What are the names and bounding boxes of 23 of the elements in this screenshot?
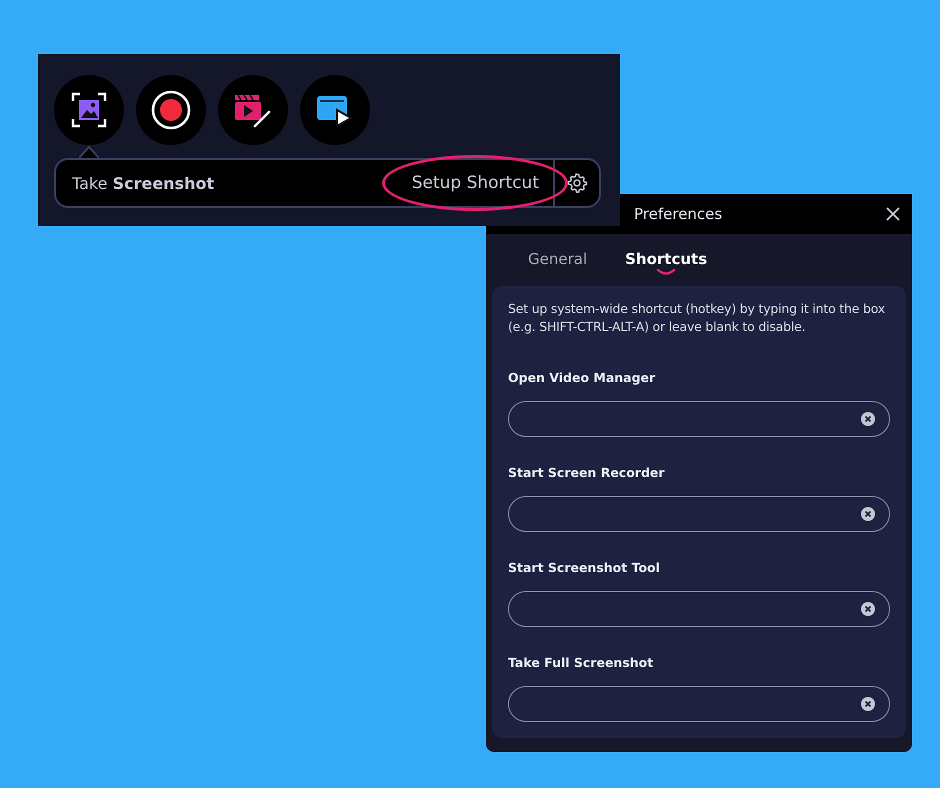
field-label: Start Screen Recorder bbox=[508, 465, 666, 482]
field-label: Start Screenshot Tool bbox=[508, 560, 661, 577]
shortcut-field[interactable] bbox=[508, 686, 890, 722]
record-icon bbox=[151, 90, 191, 130]
clear-icon[interactable] bbox=[861, 507, 875, 521]
clear-icon[interactable] bbox=[861, 412, 875, 426]
tooltip-text: Take Screenshot bbox=[72, 174, 214, 192]
shortcut-field[interactable] bbox=[508, 496, 890, 532]
clear-icon[interactable] bbox=[861, 697, 875, 711]
screenshot-icon bbox=[71, 92, 107, 128]
tab[interactable]: Shortcuts bbox=[621, 246, 712, 280]
setup-shortcut-link[interactable]: Setup Shortcut bbox=[412, 173, 539, 193]
active-tab-indicator bbox=[656, 269, 676, 275]
close-icon[interactable] bbox=[886, 207, 900, 221]
shortcut-field[interactable] bbox=[508, 401, 890, 437]
tab[interactable]: General bbox=[524, 246, 592, 280]
shortcut-field[interactable] bbox=[508, 591, 890, 627]
clear-icon[interactable] bbox=[861, 602, 875, 616]
window-title: Preferences bbox=[634, 205, 722, 223]
settings-icon[interactable] bbox=[566, 172, 588, 194]
description-text: Set up system-wide shortcut (hotkey) by typing it into the box (e.g. SHIFT-CTRL-ALT-A) or leave blank to disable. bbox=[508, 300, 886, 336]
field-label: Take Full Screenshot bbox=[508, 655, 654, 672]
field-label: Open Video Manager bbox=[508, 370, 656, 387]
